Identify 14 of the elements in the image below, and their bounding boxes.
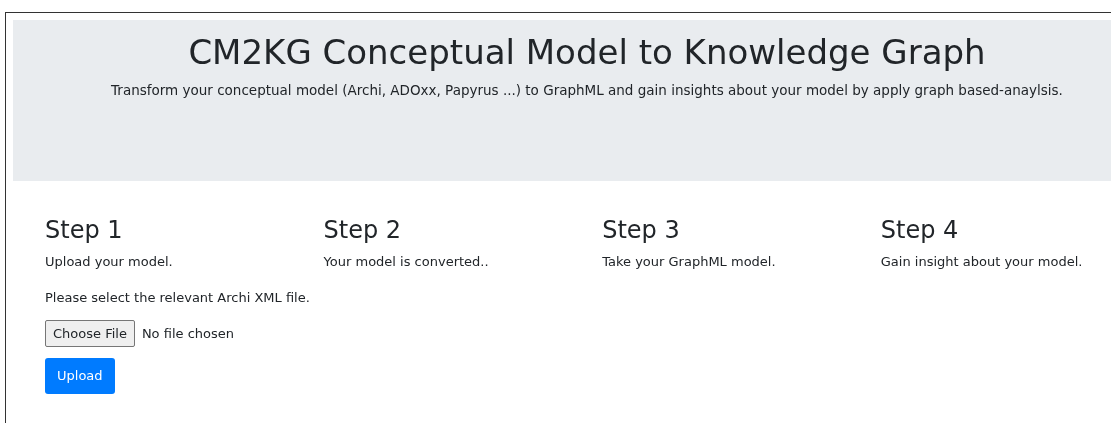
- choose-file-button[interactable]: Choose File: [45, 320, 135, 347]
- step-heading: Step 2: [323, 215, 402, 246]
- file-status: No file chosen: [141, 324, 234, 343]
- step-description: Take your GraphML model.: [602, 253, 776, 271]
- step-description: Your model is converted..: [323, 253, 489, 271]
- page-title: CM2KG Conceptual Model to Knowledge Graph: [188, 31, 986, 74]
- upload-button[interactable]: Upload: [45, 358, 115, 394]
- step-description: Upload your model.: [45, 253, 173, 271]
- file-prompt: Please select the relevant Archi XML file.: [45, 288, 310, 307]
- step-heading: Step 1: [45, 215, 123, 246]
- page-subtitle: Transform your conceptual model (Archi, ADOxx, Papyrus ...) to GraphML and gain insights about your model by apply graph based-anaylsis.: [111, 81, 1063, 100]
- step-description: Gain insight about your model.: [880, 253, 1083, 271]
- step-heading: Step 4: [880, 215, 959, 246]
- step-heading: Step 3: [602, 215, 680, 246]
